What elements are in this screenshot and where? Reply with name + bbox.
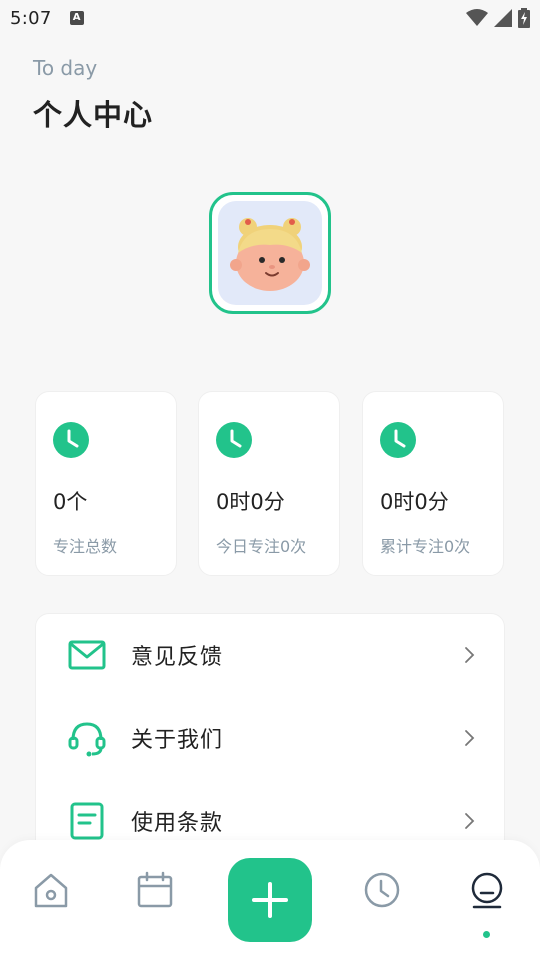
active-indicator [483, 931, 490, 938]
chevron-right-icon [465, 730, 475, 746]
status-bar: 5:07 A [0, 0, 540, 36]
stat-label: 今日专注0次 [216, 537, 307, 556]
wifi-icon [466, 9, 488, 26]
header-subtitle: To day [33, 56, 98, 80]
menu-item-label: 使用条款 [131, 811, 224, 836]
menu-item-label: 意见反馈 [131, 645, 224, 670]
avatar-image [218, 201, 322, 305]
stat-value: 0时0分 [216, 490, 285, 514]
clock-icon [380, 422, 416, 458]
headset-icon [68, 722, 106, 757]
nav-home[interactable] [31, 870, 71, 910]
avatar[interactable] [209, 192, 331, 314]
notification-icon: A [69, 11, 84, 25]
stat-value: 0时0分 [380, 490, 449, 514]
nav-timer[interactable] [362, 870, 402, 910]
clock-icon [216, 422, 252, 458]
mail-icon [68, 640, 106, 670]
stat-label: 累计专注0次 [380, 537, 471, 556]
document-icon [70, 802, 104, 840]
status-icons [466, 8, 530, 28]
menu-item-feedback[interactable]: 意见反馈 [36, 614, 506, 696]
status-time: 5:07 [10, 7, 52, 29]
page-title: 个人中心 [33, 98, 154, 132]
profile-icon [471, 872, 503, 909]
stat-card-today: 0时0分 今日专注0次 [198, 391, 340, 576]
bottom-nav [0, 840, 540, 960]
clock-icon [364, 872, 400, 908]
add-icon [252, 882, 288, 918]
home-icon [34, 873, 68, 908]
clock-icon [53, 422, 89, 458]
menu-item-label: 关于我们 [131, 728, 224, 753]
cartoon-girl-avatar-icon [230, 218, 310, 291]
chevron-right-icon [465, 813, 475, 829]
battery-icon [518, 8, 530, 28]
stat-value: 0个 [53, 490, 88, 514]
stat-card-total: 0个 专注总数 [35, 391, 177, 576]
signal-icon [494, 9, 512, 27]
nav-calendar[interactable] [135, 870, 175, 910]
stat-label: 专注总数 [53, 537, 118, 556]
stat-card-cumulative: 0时0分 累计专注0次 [362, 391, 504, 576]
menu-item-about[interactable]: 关于我们 [36, 697, 506, 779]
calendar-icon [137, 871, 173, 908]
chevron-right-icon [465, 647, 475, 663]
nav-profile[interactable] [467, 870, 507, 910]
add-button[interactable] [228, 858, 312, 942]
